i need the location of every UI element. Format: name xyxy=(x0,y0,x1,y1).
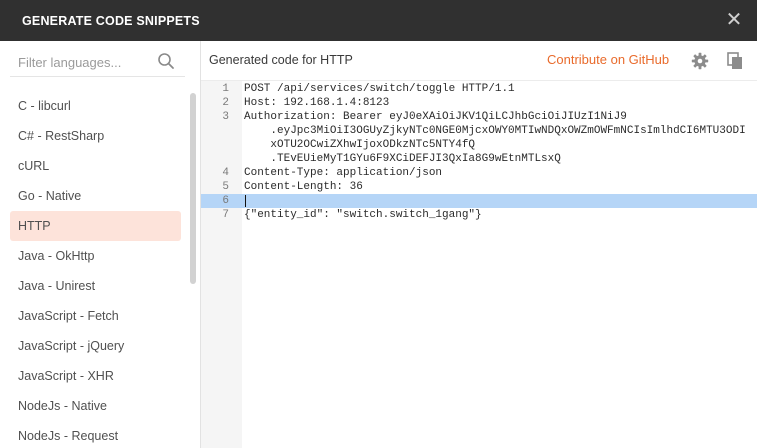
copy-icon[interactable] xyxy=(727,52,743,70)
language-item[interactable]: HTTP xyxy=(10,211,181,241)
code-text: Host: 192.168.1.4:8123 xyxy=(244,97,390,109)
line-number-text: 6 xyxy=(222,195,229,207)
code-editor[interactable]: 1 POST /api/services/switch/toggle HTTP/1… xyxy=(201,81,757,448)
language-item[interactable]: Java - Unirest xyxy=(10,271,181,301)
code-panel: Generated code for HTTP Contribute on Gi… xyxy=(201,41,757,448)
line-number: 7 xyxy=(222,209,229,221)
code-line: 4 Content-Type: application/json xyxy=(201,166,757,180)
code-line: 3 Authorization: Bearer eyJ0eXAiOiJKV1QiL… xyxy=(201,110,757,124)
line-number: 4 xyxy=(222,167,229,179)
code-text: .eyJpc3MiOiI3OGUyZjkyNTc0NGE0MjcxOWY0MTI… xyxy=(244,125,746,137)
language-search xyxy=(10,49,185,77)
language-item[interactable]: Go - Native xyxy=(10,181,181,211)
language-item[interactable]: JavaScript - Fetch xyxy=(10,301,181,331)
code-text: Content-Length: 36 xyxy=(244,181,363,193)
language-item[interactable]: JavaScript - XHR xyxy=(10,361,181,391)
line-number: 3 xyxy=(222,111,229,123)
line-number: 2 xyxy=(222,97,229,109)
code-text: .TEvEUieMyT1GYu6F9XCiDEFJI3QxIa8G9wEtnMT… xyxy=(244,153,561,165)
language-item[interactable]: cURL xyxy=(10,151,181,181)
language-item[interactable]: NodeJs - Native xyxy=(10,391,181,421)
code-line: 2 Host: 192.168.1.4:8123 xyxy=(201,96,757,110)
code-line: .eyJpc3MiOiI3OGUyZjkyNTc0NGE0MjcxOWY0MTI… xyxy=(201,124,757,138)
close-icon[interactable]: ✕ xyxy=(725,10,743,30)
code-line: 5 Content-Length: 36 xyxy=(201,180,757,194)
generate-code-snippets-dialog: GENERATE CODE SNIPPETS ✕ C - libcurlC# -… xyxy=(0,0,757,448)
search-icon[interactable] xyxy=(157,52,175,70)
language-item[interactable]: NodeJs - Request xyxy=(10,421,181,448)
dialog-titlebar: GENERATE CODE SNIPPETS ✕ xyxy=(0,0,757,41)
code-text: Authorization: Bearer eyJ0eXAiOiJKV1QiLC… xyxy=(244,111,627,123)
gear-icon[interactable] xyxy=(691,52,709,70)
line-number: 1 xyxy=(222,83,229,95)
language-list: C - libcurl C# - RestSharp cURL Go - Native… xyxy=(10,91,181,448)
code-text: Content-Type: application/json xyxy=(244,167,443,179)
code-line: 7 {"entity_id": "switch.switch_1gang"} xyxy=(201,208,757,222)
language-sidebar: C - libcurlC# - RestSharpcURLGo - Native… xyxy=(0,41,201,448)
language-item[interactable]: C - libcurl xyxy=(10,91,181,121)
code-line: 1 POST /api/services/switch/toggle HTTP/1… xyxy=(201,82,757,96)
dialog-title: GENERATE CODE SNIPPETS xyxy=(22,13,200,28)
code-line: .TEvEUieMyT1GYu6F9XCiDEFJI3QxIa8G9wEtnMT… xyxy=(201,152,757,166)
line-number: 5 xyxy=(222,181,229,193)
generated-code-title: Generated code for HTTP xyxy=(209,53,353,67)
sidebar-scrollbar[interactable] xyxy=(190,93,196,284)
code-text: {"entity_id": "switch.switch_1gang"} xyxy=(244,209,482,221)
language-item[interactable]: C# - RestSharp xyxy=(10,121,181,151)
language-item[interactable]: JavaScript - jQuery xyxy=(10,331,181,361)
code-line: xOTU2OCwiZXhwIjoxODkzNTc5NTY4fQ xyxy=(201,138,757,152)
contribute-on-github-link[interactable]: Contribute on GitHub xyxy=(547,52,669,67)
code-text: xOTU2OCwiZXhwIjoxODkzNTc5NTY4fQ xyxy=(244,139,476,151)
code-text: POST /api/services/switch/toggle HTTP/1.… xyxy=(244,83,515,95)
code-panel-header: Generated code for HTTP Contribute on Gi… xyxy=(201,41,757,81)
filter-languages-input[interactable] xyxy=(18,53,153,71)
code-line: 6 xyxy=(201,194,757,208)
language-item[interactable]: Java - OkHttp xyxy=(10,241,181,271)
text-cursor xyxy=(245,195,246,207)
